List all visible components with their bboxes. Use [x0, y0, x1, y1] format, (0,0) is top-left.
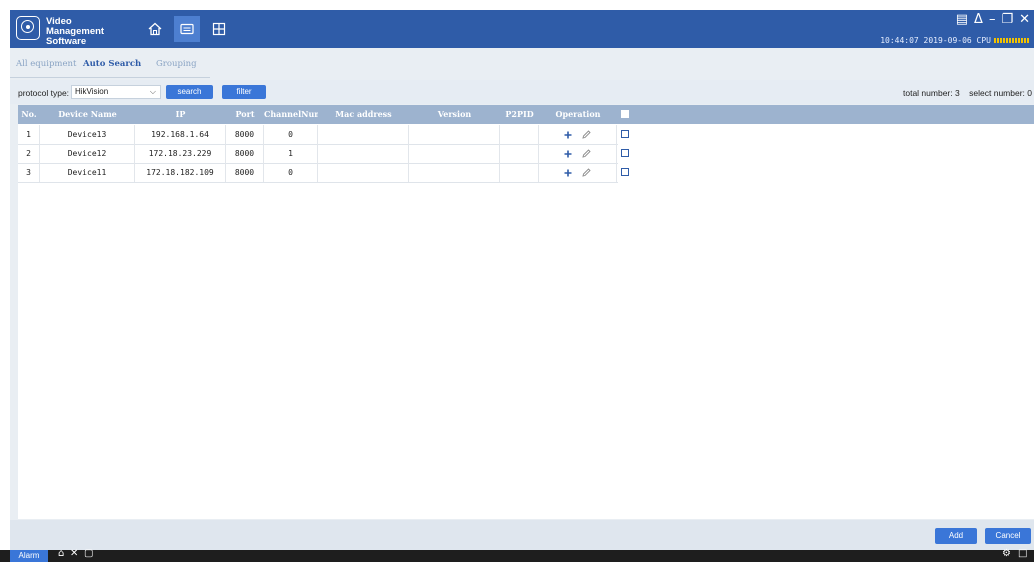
- table-row[interactable]: 2 Device12 172.18.23.229 8000 1: [18, 144, 629, 164]
- tab-grouping[interactable]: Grouping: [156, 59, 197, 69]
- cell-device-name: Device13: [40, 125, 135, 144]
- app-title: Video Management Software: [46, 16, 105, 47]
- col-mac-address: Mac address: [335, 109, 392, 119]
- grid-view-nav-button[interactable]: [206, 16, 232, 42]
- cell-port: 8000: [226, 125, 264, 144]
- table-row[interactable]: 3 Device11 172.18.182.109 8000 0: [18, 163, 629, 183]
- search-toolbar: protocol type: HikVision ⌵ search filter…: [10, 80, 1034, 104]
- row-checkbox[interactable]: [621, 149, 629, 157]
- dialog-footer: Add Cancel: [10, 520, 1034, 550]
- mute-icon[interactable]: ✕: [70, 548, 78, 559]
- app-logo-icon: [16, 16, 40, 40]
- cpu-meter: [994, 38, 1030, 43]
- cell-port: 8000: [226, 163, 264, 182]
- cell-version: [409, 163, 500, 182]
- col-port: Port: [235, 109, 255, 119]
- app-window: Video Management Software ▤ Δ – ❐ ✕ 10:4…: [10, 10, 1034, 550]
- cell-operation: [539, 163, 617, 182]
- cell-version: [409, 125, 500, 144]
- cpu-label: CPU: [976, 36, 991, 45]
- cell-device-name: Device12: [40, 144, 135, 163]
- add-device-icon[interactable]: [564, 169, 572, 177]
- datetime: 10:44:07 2019-09-06: [880, 36, 972, 45]
- device-table: No. Device Name IP Port ChannelNum Mac a…: [18, 105, 1034, 519]
- cell-no: 1: [18, 125, 40, 144]
- cell-ip: 172.18.182.109: [135, 163, 226, 182]
- restore-icon[interactable]: ❐: [1001, 12, 1013, 27]
- tab-auto-search[interactable]: Auto Search: [83, 59, 141, 69]
- screen-icon[interactable]: ▤: [956, 12, 968, 27]
- cell-mac-address: [318, 144, 409, 163]
- cell-ip: 192.168.1.64: [135, 125, 226, 144]
- home-icon: [148, 22, 162, 36]
- row-checkbox[interactable]: [621, 168, 629, 176]
- tab-all-equipment[interactable]: All equipment: [16, 59, 76, 69]
- row-checkbox[interactable]: [621, 130, 629, 138]
- table-row[interactable]: 1 Device13 192.168.1.64 8000 0: [18, 125, 629, 145]
- col-version: Version: [437, 109, 472, 119]
- edit-pencil-icon[interactable]: [582, 130, 591, 139]
- fullscreen-icon[interactable]: ▢: [84, 548, 93, 559]
- col-operation: Operation: [555, 109, 601, 119]
- device-manager-icon: [180, 23, 194, 35]
- cell-ip: 172.18.23.229: [135, 144, 226, 163]
- cell-operation: [539, 125, 617, 144]
- protocol-type-label: protocol type:: [18, 88, 70, 98]
- cell-no: 3: [18, 163, 40, 182]
- col-p2pid: P2PID: [505, 109, 534, 119]
- protocol-type-select[interactable]: HikVision ⌵: [71, 85, 161, 99]
- cell-mac-address: [318, 163, 409, 182]
- cell-port: 8000: [226, 144, 264, 163]
- cell-operation: [539, 144, 617, 163]
- close-icon[interactable]: ✕: [1019, 12, 1030, 27]
- cell-p2pid: [500, 125, 539, 144]
- search-button[interactable]: search: [166, 85, 213, 99]
- select-all-checkbox[interactable]: [621, 110, 629, 118]
- table-header: No. Device Name IP Port ChannelNum Mac a…: [18, 105, 1034, 124]
- total-number: total number: 3: [903, 88, 960, 98]
- minimize-icon[interactable]: –: [989, 12, 996, 27]
- home-nav-button[interactable]: [142, 16, 168, 42]
- user-icon[interactable]: Δ: [974, 12, 983, 27]
- status-bar: Alarm ⌂ ✕ ▢ ⚙ □: [0, 548, 1034, 562]
- cancel-button[interactable]: Cancel: [985, 528, 1031, 544]
- window-controls: ▤ Δ – ❐ ✕: [956, 12, 1030, 27]
- cell-mac-address: [318, 125, 409, 144]
- add-device-icon[interactable]: [564, 131, 572, 139]
- grid-view-icon: [212, 22, 226, 36]
- status-clock: 10:44:07 2019-09-06 CPU: [880, 36, 1030, 45]
- cell-version: [409, 144, 500, 163]
- cell-channel-num: 0: [264, 125, 318, 144]
- add-device-icon[interactable]: [564, 150, 572, 158]
- bell-icon[interactable]: ⌂: [58, 548, 64, 559]
- cell-p2pid: [500, 163, 539, 182]
- edit-pencil-icon[interactable]: [582, 149, 591, 158]
- add-button[interactable]: Add: [935, 528, 977, 544]
- cell-channel-num: 1: [264, 144, 318, 163]
- settings-icon[interactable]: ⚙: [1002, 548, 1011, 559]
- select-number: select number: 0: [969, 88, 1032, 98]
- col-no: No.: [21, 109, 37, 119]
- window-icon[interactable]: □: [1018, 548, 1027, 559]
- col-ip: IP: [175, 109, 186, 119]
- tab-bar: All equipment Auto Search Grouping: [10, 55, 210, 78]
- selection-counts: total number: 3 select number: 0: [903, 88, 1032, 98]
- title-bar: Video Management Software ▤ Δ – ❐ ✕ 10:4…: [10, 10, 1034, 48]
- col-device-name: Device Name: [58, 109, 117, 119]
- cell-channel-num: 0: [264, 163, 318, 182]
- cell-no: 2: [18, 144, 40, 163]
- cell-device-name: Device11: [40, 163, 135, 182]
- col-channel-num: ChannelNum: [264, 109, 318, 119]
- filter-button[interactable]: filter: [222, 85, 266, 99]
- protocol-type-value: HikVision: [75, 87, 109, 96]
- alarm-button[interactable]: Alarm: [10, 550, 48, 562]
- chevron-down-icon: ⌵: [149, 87, 156, 96]
- edit-pencil-icon[interactable]: [582, 168, 591, 177]
- device-manager-nav-button[interactable]: [174, 16, 200, 42]
- cell-p2pid: [500, 144, 539, 163]
